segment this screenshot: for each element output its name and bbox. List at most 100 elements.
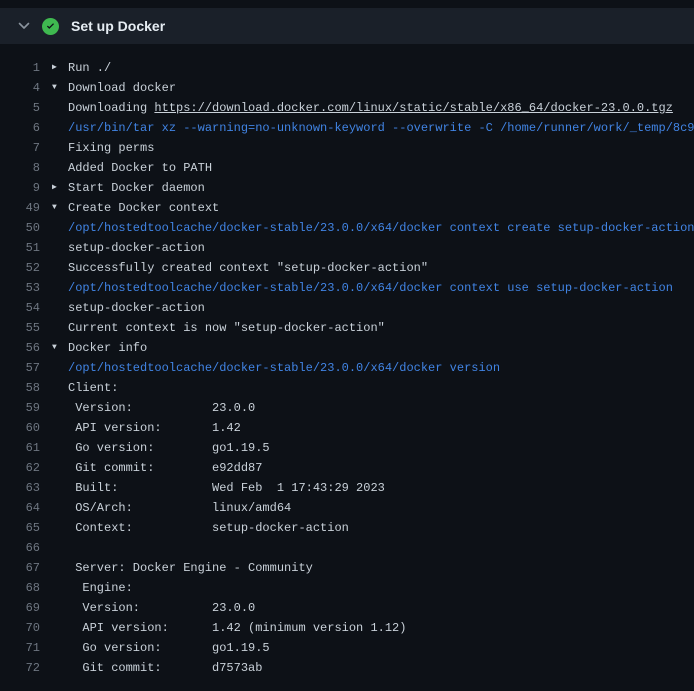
- log-plain-text: Client:: [68, 381, 118, 395]
- line-number[interactable]: 53: [0, 278, 52, 298]
- log-text: [52, 538, 694, 558]
- line-number[interactable]: 7: [0, 138, 52, 158]
- line-number[interactable]: 66: [0, 538, 52, 558]
- line-number[interactable]: 61: [0, 438, 52, 458]
- line-number[interactable]: 72: [0, 658, 52, 678]
- log-text: Version: 23.0.0: [52, 398, 694, 418]
- line-number[interactable]: 49: [0, 198, 52, 218]
- line-number[interactable]: 64: [0, 498, 52, 518]
- log-plain-text: Run ./: [68, 61, 111, 75]
- log-line: 65 Context: setup-docker-action: [0, 518, 694, 538]
- log-group-header[interactable]: ▼Docker info: [52, 338, 694, 358]
- line-number[interactable]: 57: [0, 358, 52, 378]
- line-number[interactable]: 51: [0, 238, 52, 258]
- log-plain-text: Downloading: [68, 101, 154, 115]
- log-text: Server: Docker Engine - Community: [52, 558, 694, 578]
- log-text: Successfully created context "setup-dock…: [52, 258, 694, 278]
- log-line: 50/opt/hostedtoolcache/docker-stable/23.…: [0, 218, 694, 238]
- chevron-down-icon[interactable]: [18, 20, 30, 32]
- log-line: 71 Go version: go1.19.5: [0, 638, 694, 658]
- line-number[interactable]: 9: [0, 178, 52, 198]
- line-number[interactable]: 70: [0, 618, 52, 638]
- log-line: 52Successfully created context "setup-do…: [0, 258, 694, 278]
- log-plain-text: Git commit: e92dd87: [68, 461, 262, 475]
- log-line: 53/opt/hostedtoolcache/docker-stable/23.…: [0, 278, 694, 298]
- log-line: 64 OS/Arch: linux/amd64: [0, 498, 694, 518]
- line-number[interactable]: 71: [0, 638, 52, 658]
- log-line: 9▶Start Docker daemon: [0, 178, 694, 198]
- group-collapsed-triangle-icon[interactable]: ▶: [52, 58, 68, 78]
- log-plain-text: Added Docker to PATH: [68, 161, 212, 175]
- log-plain-text: Current context is now "setup-docker-act…: [68, 321, 385, 335]
- line-number[interactable]: 4: [0, 78, 52, 98]
- line-number[interactable]: 55: [0, 318, 52, 338]
- log-plain-text: Git commit: d7573ab: [68, 661, 262, 675]
- log-plain-text: Start Docker daemon: [68, 181, 205, 195]
- log-plain-text: Built: Wed Feb 1 17:43:29 2023: [68, 481, 385, 495]
- log-text: Fixing perms: [52, 138, 694, 158]
- log-line: 69 Version: 23.0.0: [0, 598, 694, 618]
- line-number[interactable]: 52: [0, 258, 52, 278]
- log-group-header[interactable]: ▼Create Docker context: [52, 198, 694, 218]
- log-line: 66: [0, 538, 694, 558]
- log-line: 49▼Create Docker context: [0, 198, 694, 218]
- line-number[interactable]: 63: [0, 478, 52, 498]
- line-number[interactable]: 69: [0, 598, 52, 618]
- group-expanded-triangle-icon[interactable]: ▼: [52, 78, 68, 98]
- log-line: 5 Downloading https://download.docker.com…: [0, 98, 694, 118]
- log-text: Client:: [52, 378, 694, 398]
- log-plain-text: Server: Docker Engine - Community: [68, 561, 313, 575]
- log-line: 7 Fixing perms: [0, 138, 694, 158]
- step-header[interactable]: Set up Docker: [0, 8, 694, 44]
- log-line: 70 API version: 1.42 (minimum version 1.…: [0, 618, 694, 638]
- log-url-link[interactable]: https://download.docker.com/linux/static…: [154, 101, 672, 115]
- log-text: /opt/hostedtoolcache/docker-stable/23.0.…: [52, 358, 694, 378]
- line-number[interactable]: 58: [0, 378, 52, 398]
- log-group-header[interactable]: ▶Start Docker daemon: [52, 178, 694, 198]
- line-number[interactable]: 6: [0, 118, 52, 138]
- log-text: setup-docker-action: [52, 298, 694, 318]
- log-command-text: /opt/hostedtoolcache/docker-stable/23.0.…: [68, 281, 673, 295]
- log-plain-text: Version: 23.0.0: [68, 401, 255, 415]
- log-text: Added Docker to PATH: [52, 158, 694, 178]
- log-plain-text: Fixing perms: [68, 141, 154, 155]
- log-group-header[interactable]: ▼Download docker: [52, 78, 694, 98]
- line-number[interactable]: 59: [0, 398, 52, 418]
- group-collapsed-triangle-icon[interactable]: ▶: [52, 178, 68, 198]
- log-plain-text: API version: 1.42 (minimum version 1.12): [68, 621, 406, 635]
- log-plain-text: Context: setup-docker-action: [68, 521, 349, 535]
- log-command-text: /opt/hostedtoolcache/docker-stable/23.0.…: [68, 361, 500, 375]
- log-line: 59 Version: 23.0.0: [0, 398, 694, 418]
- log-plain-text: Create Docker context: [68, 201, 219, 215]
- log-text: Go version: go1.19.5: [52, 438, 694, 458]
- log-lines: 1▶Run ./4▼Download docker5Downloading ht…: [0, 44, 694, 678]
- line-number[interactable]: 8: [0, 158, 52, 178]
- log-line: 58 Client:: [0, 378, 694, 398]
- log-plain-text: Go version: go1.19.5: [68, 641, 270, 655]
- log-plain-text: OS/Arch: linux/amd64: [68, 501, 291, 515]
- line-number[interactable]: 65: [0, 518, 52, 538]
- log-group-header[interactable]: ▶Run ./: [52, 58, 694, 78]
- log-line: 62 Git commit: e92dd87: [0, 458, 694, 478]
- log-line: 51setup-docker-action: [0, 238, 694, 258]
- line-number[interactable]: 60: [0, 418, 52, 438]
- line-number[interactable]: 62: [0, 458, 52, 478]
- line-number[interactable]: 67: [0, 558, 52, 578]
- line-number[interactable]: 68: [0, 578, 52, 598]
- log-text: Version: 23.0.0: [52, 598, 694, 618]
- line-number[interactable]: 1: [0, 58, 52, 78]
- log-line: 56▼Docker info: [0, 338, 694, 358]
- log-line: 68 Engine:: [0, 578, 694, 598]
- log-line: 63 Built: Wed Feb 1 17:43:29 2023: [0, 478, 694, 498]
- line-number[interactable]: 56: [0, 338, 52, 358]
- log-text: /opt/hostedtoolcache/docker-stable/23.0.…: [52, 218, 694, 238]
- line-number[interactable]: 54: [0, 298, 52, 318]
- log-plain-text: Version: 23.0.0: [68, 601, 255, 615]
- success-check-icon: [42, 18, 59, 35]
- log-text: /usr/bin/tar xz --warning=no-unknown-key…: [52, 118, 694, 138]
- line-number[interactable]: 50: [0, 218, 52, 238]
- group-expanded-triangle-icon[interactable]: ▼: [52, 338, 68, 358]
- log-line: 6/usr/bin/tar xz --warning=no-unknown-ke…: [0, 118, 694, 138]
- group-expanded-triangle-icon[interactable]: ▼: [52, 198, 68, 218]
- line-number[interactable]: 5: [0, 98, 52, 118]
